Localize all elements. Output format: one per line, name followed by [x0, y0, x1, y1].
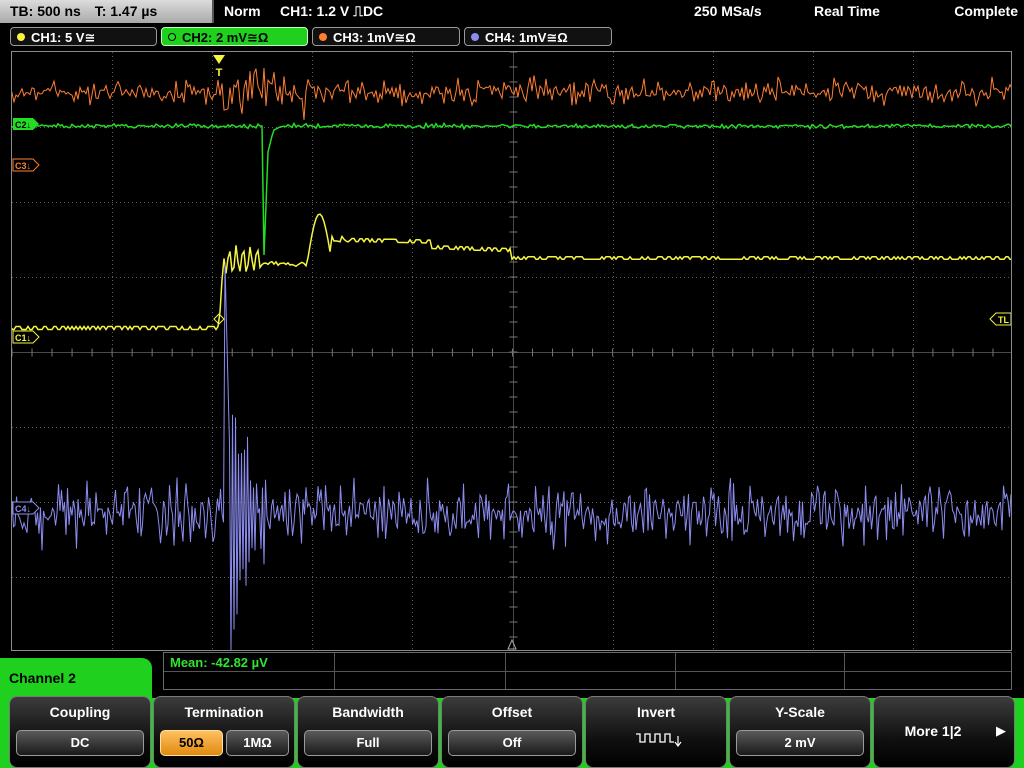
ch1-ground-marker[interactable]: C1↓: [12, 330, 40, 344]
coupling-softkey[interactable]: Coupling DC: [9, 696, 151, 768]
measurement-divider: [164, 671, 1011, 672]
svg-text:C4↓: C4↓: [15, 504, 31, 514]
ch3-color-dot: [319, 33, 327, 41]
offset-value[interactable]: Off: [448, 730, 576, 756]
menu-title: Channel 2: [0, 658, 152, 698]
svg-text:C1↓: C1↓: [15, 333, 31, 343]
ch4-label: CH4: 1mV≅Ω: [485, 30, 568, 45]
termination-softkey[interactable]: Termination 50Ω 1MΩ: [153, 696, 295, 768]
status-bar: TB: 500 ns T: 1.47 µs Norm CH1: 1.2 V ⎍D…: [0, 0, 1024, 24]
trigger-marker-label: T: [216, 67, 223, 79]
next-page-arrow-icon: ▶: [996, 723, 1006, 738]
ch2-waveform: [12, 121, 1011, 256]
trigger-time-value: T: 1.47 µs: [94, 3, 158, 19]
coupling-value[interactable]: DC: [16, 730, 144, 756]
offset-label: Offset: [491, 704, 533, 720]
measurement-strip: Mean: -42.82 µV: [163, 652, 1012, 690]
invert-label: Invert: [636, 704, 676, 720]
svg-text:TL: TL: [998, 315, 1009, 325]
ch1-waveform: [12, 213, 1011, 331]
termination-50ohm-option[interactable]: 50Ω: [160, 730, 223, 756]
trigger-position-marker[interactable]: T: [213, 55, 225, 79]
coupling-label: Coupling: [49, 704, 111, 720]
graticule-grid: [12, 52, 1011, 650]
ch2-color-dot: [168, 33, 176, 41]
ch4-color-dot: [471, 33, 479, 41]
waveform-canvas: T C2↓ C3↓ C1↓ C4↓ TL: [12, 52, 1011, 650]
more-softkey[interactable]: More 1|2 ▶: [873, 696, 1015, 768]
ch2-ground-marker[interactable]: C2↓: [13, 118, 39, 130]
yscale-label: Y-Scale: [775, 704, 825, 720]
measurement-divider: [334, 653, 335, 689]
trigger-mode[interactable]: Norm: [224, 0, 261, 23]
ch1-label: CH1: 5 V≅: [31, 30, 96, 45]
horizontal-position-marker: [507, 638, 517, 650]
ch2-label: CH2: 2 mV≅Ω: [182, 30, 269, 45]
trigger-setting[interactable]: CH1: 1.2 V ⎍DC: [280, 0, 383, 23]
channel-tab-ch2[interactable]: CH2: 2 mV≅Ω: [161, 27, 308, 46]
ch4-ground-marker[interactable]: C4↓: [12, 501, 40, 515]
mean-measurement: Mean: -42.82 µV: [170, 655, 268, 670]
channel-tab-ch3[interactable]: CH3: 1mV≅Ω: [312, 27, 460, 46]
bandwidth-label: Bandwidth: [332, 704, 404, 720]
acquisition-state: Complete: [944, 0, 1024, 23]
bandwidth-softkey[interactable]: Bandwidth Full: [297, 696, 439, 768]
ch3-ground-marker[interactable]: C3↓: [12, 158, 40, 172]
measurement-divider: [675, 653, 676, 689]
measurement-divider: [505, 653, 506, 689]
measurement-divider: [844, 653, 845, 689]
bandwidth-value[interactable]: Full: [304, 730, 432, 756]
waveform-display[interactable]: T C2↓ C3↓ C1↓ C4↓ TL: [11, 51, 1012, 651]
ch1-color-dot: [17, 33, 25, 41]
trigger-level-marker[interactable]: TL: [989, 312, 1011, 326]
sample-rate: 250 MSa/s: [694, 3, 762, 19]
more-label: More 1|2: [904, 723, 962, 739]
timebase-value: TB: 500 ns: [10, 3, 81, 19]
termination-label: Termination: [184, 704, 264, 720]
invert-softkey[interactable]: Invert: [585, 696, 727, 768]
invert-waveform-icon: [636, 733, 682, 747]
svg-text:C3↓: C3↓: [15, 161, 31, 171]
offset-softkey[interactable]: Offset Off: [441, 696, 583, 768]
termination-1mohm-option[interactable]: 1MΩ: [226, 730, 289, 756]
acquisition-mode: Real Time: [814, 3, 880, 19]
timebase-box[interactable]: TB: 500 ns T: 1.47 µs: [0, 0, 214, 23]
yscale-softkey[interactable]: Y-Scale 2 mV: [729, 696, 871, 768]
yscale-value[interactable]: 2 mV: [736, 730, 864, 756]
svg-text:C2↓: C2↓: [15, 120, 31, 130]
ch3-label: CH3: 1mV≅Ω: [333, 30, 416, 45]
channel-tab-ch1[interactable]: CH1: 5 V≅: [10, 27, 157, 46]
channel-tab-ch4[interactable]: CH4: 1mV≅Ω: [464, 27, 612, 46]
